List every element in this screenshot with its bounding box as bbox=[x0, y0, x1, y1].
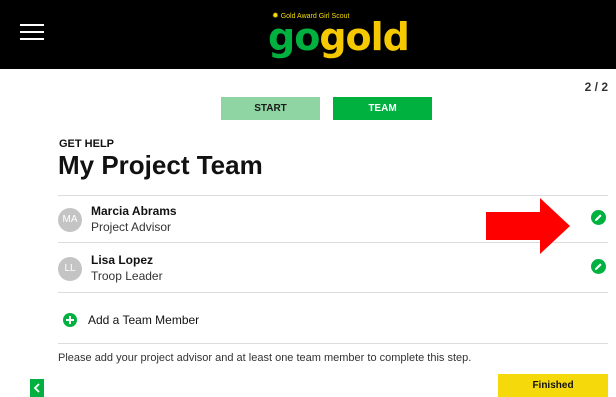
plus-circle-icon bbox=[63, 313, 77, 327]
member-role: Project Advisor bbox=[91, 220, 172, 234]
help-text: Please add your project advisor and at l… bbox=[58, 352, 472, 364]
member-name: Lisa Lopez bbox=[91, 253, 154, 267]
pencil-icon bbox=[594, 263, 602, 271]
page-title: My Project Team bbox=[58, 150, 263, 180]
top-bar: Gold Award Girl Scout gogold bbox=[0, 0, 616, 69]
page-indicator: 2 / 2 bbox=[584, 80, 608, 94]
red-arrow-icon bbox=[486, 198, 570, 254]
avatar: LL bbox=[58, 257, 82, 281]
add-team-member-label: Add a Team Member bbox=[88, 313, 200, 327]
logo-go: go bbox=[268, 15, 320, 59]
avatar: MA bbox=[58, 208, 82, 232]
step-tabs: START TEAM bbox=[221, 97, 432, 120]
tab-start[interactable]: START bbox=[221, 97, 320, 120]
add-team-member-button[interactable]: Add a Team Member bbox=[58, 296, 608, 344]
section-label: GET HELP bbox=[59, 138, 115, 150]
logo-gold: gold bbox=[319, 15, 410, 59]
member-role: Troop Leader bbox=[91, 269, 163, 283]
logo-wordmark: gogold bbox=[268, 15, 410, 59]
finished-button[interactable]: Finished bbox=[498, 374, 608, 397]
gogold-logo[interactable]: Gold Award Girl Scout gogold bbox=[268, 9, 410, 59]
hamburger-menu-icon[interactable] bbox=[20, 22, 44, 42]
pencil-icon bbox=[594, 214, 602, 222]
edit-member-button[interactable] bbox=[591, 210, 606, 225]
tab-team[interactable]: TEAM bbox=[333, 97, 432, 120]
chevron-left-icon bbox=[33, 383, 40, 393]
member-name: Marcia Abrams bbox=[91, 204, 177, 218]
edit-member-button[interactable] bbox=[591, 259, 606, 274]
back-button[interactable] bbox=[30, 379, 44, 397]
